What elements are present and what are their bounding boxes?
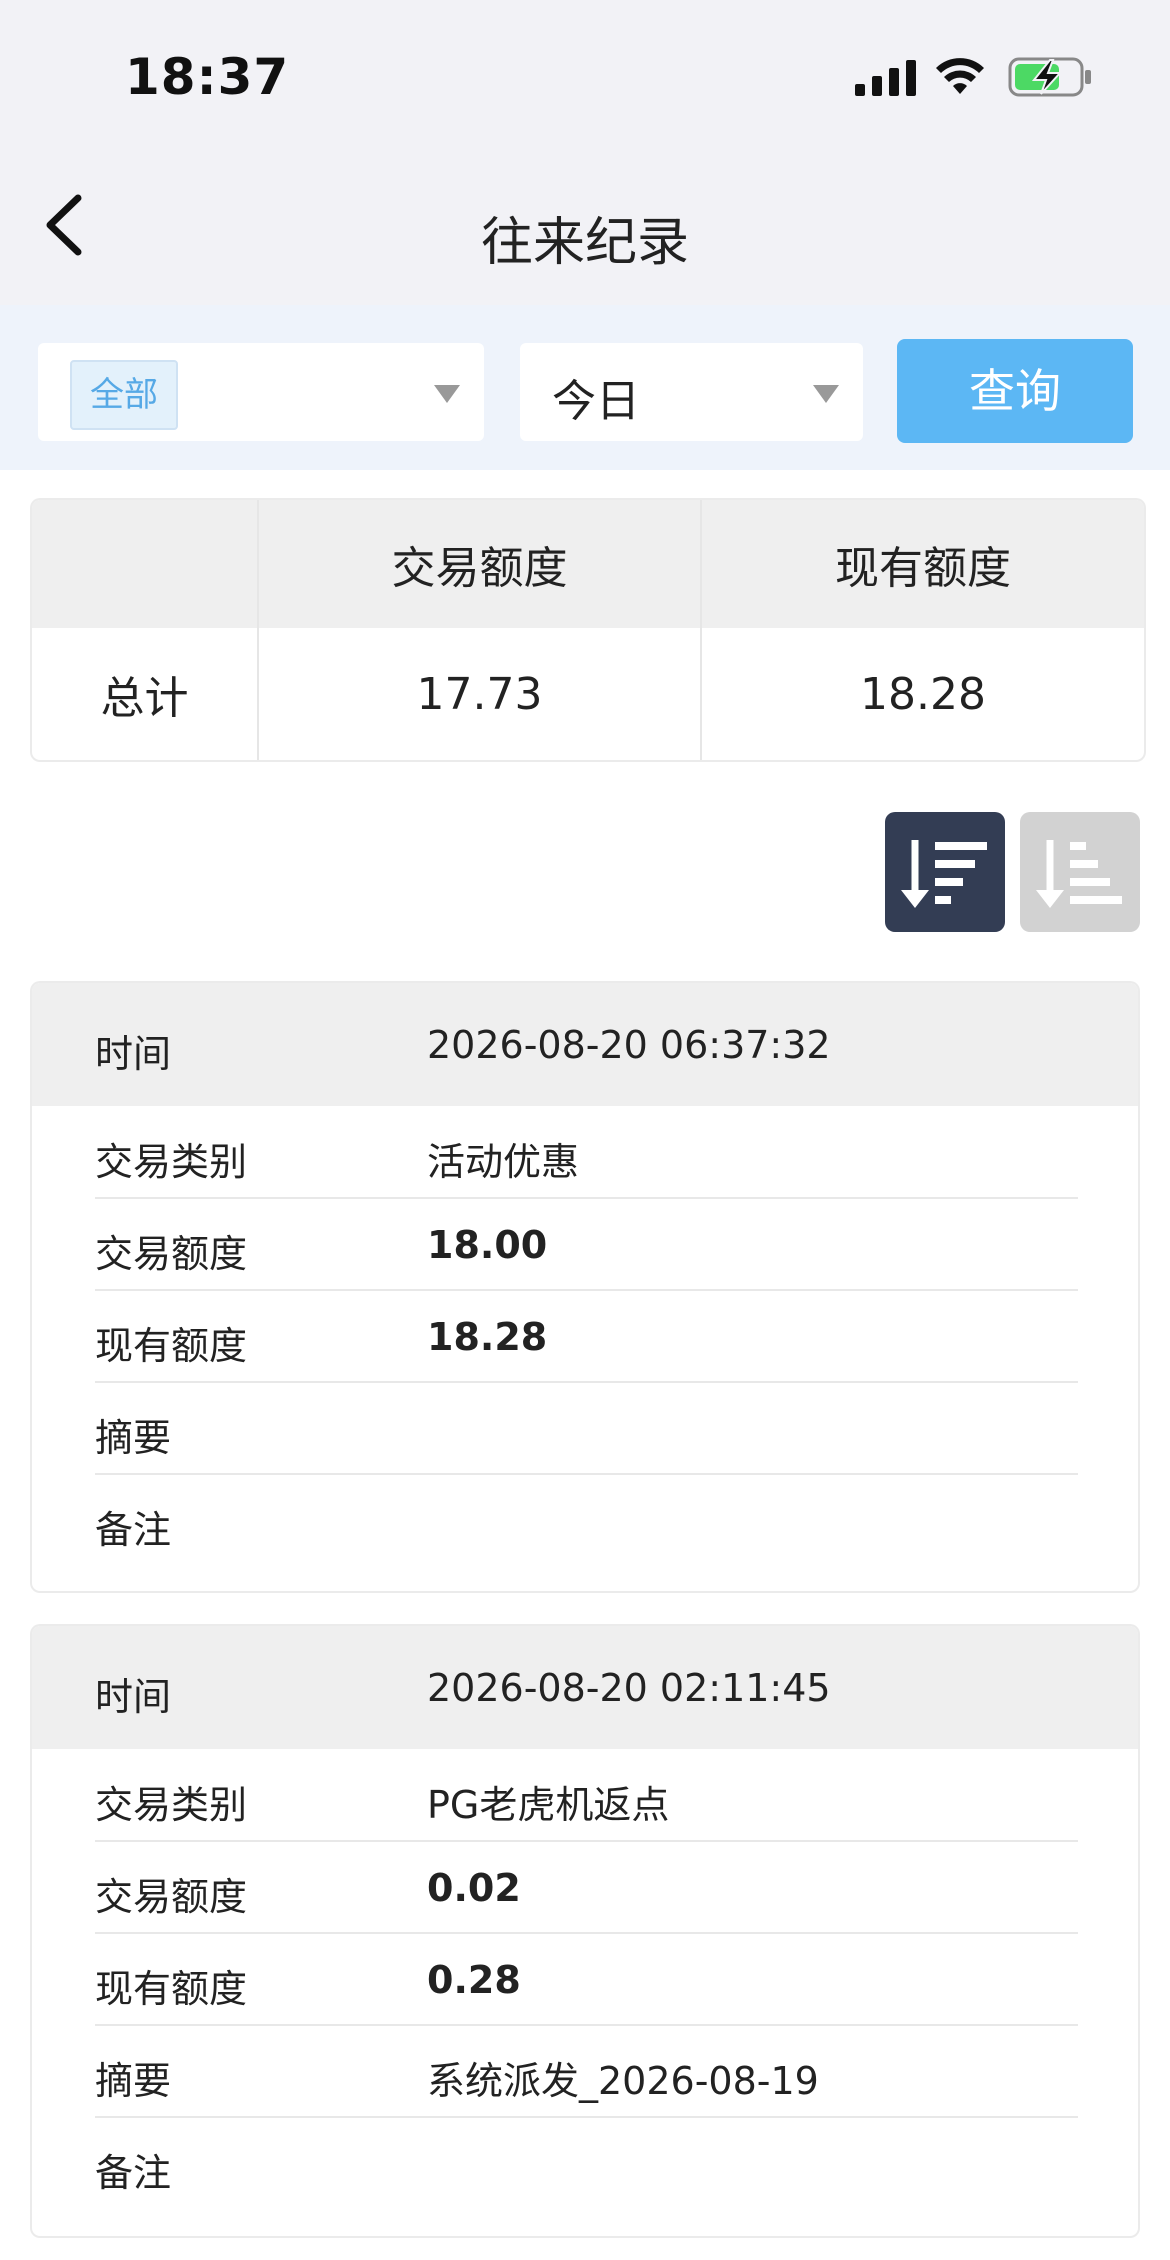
trade-label: 交易额度 (95, 1875, 248, 1919)
signal-icon (855, 60, 916, 96)
current-value: 18.28 (427, 1315, 548, 1359)
summary-header-trade: 交易额度 (258, 500, 702, 628)
record-row: 摘要 系统派发_2026-08-19 (32, 2026, 1138, 2118)
record-row: 交易类别 活动优惠 (32, 1107, 1138, 1199)
chevron-down-icon (813, 385, 839, 403)
record-row: 交易额度 18.00 (32, 1199, 1138, 1291)
sort-ascending-icon (1036, 840, 1122, 908)
summary-header-blank (32, 500, 259, 628)
current-label: 现有额度 (95, 1967, 248, 2011)
type-chip[interactable]: 全部 (70, 360, 178, 430)
record-row: 交易额度 0.02 (32, 1842, 1138, 1934)
record-row: 现有额度 0.28 (32, 1934, 1138, 2026)
status-time: 18:37 (125, 48, 290, 106)
record-card: 时间 2026-08-20 02:11:45 交易类别 PG老虎机返点 交易额度… (32, 1626, 1138, 2236)
note-label: 备注 (95, 2151, 172, 2195)
record-row: 备注 (32, 2118, 1138, 2210)
time-value: 2026-08-20 02:11:45 (427, 1666, 831, 1710)
wifi-icon (936, 58, 984, 94)
summary-row-label: 总计 (32, 628, 259, 760)
sort-descending-button[interactable] (885, 812, 1005, 932)
record-card-header: 时间 2026-08-20 06:37:32 (32, 983, 1138, 1106)
page-title: 往来纪录 (480, 213, 689, 273)
filter-bar: 全部 今日 查询 (0, 305, 1170, 470)
time-value: 2026-08-20 06:37:32 (427, 1023, 831, 1067)
record-row: 交易类别 PG老虎机返点 (32, 1750, 1138, 1842)
period-select[interactable]: 今日 (520, 343, 863, 441)
nav-bar: 往来纪录 (0, 150, 1170, 305)
summary-header-current: 现有额度 (835, 543, 1011, 594)
query-button[interactable]: 查询 (897, 339, 1133, 443)
sort-descending-icon (901, 840, 987, 908)
summary-trade-total: 17.73 (258, 628, 702, 760)
screen: 18:37 往来纪录 全部 今日 查询 交易额度 现有额度 总计 17.73 1… (0, 0, 1170, 2260)
type-label: 交易类别 (95, 1140, 248, 1184)
summary-label: 摘要 (95, 1416, 172, 1460)
summary-table: 交易额度 现有额度 总计 17.73 18.28 (32, 500, 1144, 760)
summary-label: 摘要 (95, 2059, 172, 2103)
summary-current-total: 18.28 (860, 668, 986, 720)
trade-label: 交易额度 (95, 1232, 248, 1276)
summary-value: 系统派发_2026-08-19 (427, 2059, 819, 2103)
time-label: 时间 (95, 1675, 172, 1719)
period-value: 今日 (552, 376, 640, 427)
battery-charging-icon (1008, 57, 1091, 97)
current-value: 0.28 (427, 1958, 521, 2002)
note-label: 备注 (95, 1508, 172, 1552)
current-label: 现有额度 (95, 1324, 248, 1368)
chevron-down-icon (434, 385, 460, 403)
record-row: 现有额度 18.28 (32, 1291, 1138, 1383)
type-label: 交易类别 (95, 1783, 248, 1827)
type-value: PG老虎机返点 (427, 1783, 670, 1827)
type-select[interactable]: 全部 (38, 343, 484, 441)
record-row: 摘要 (32, 1383, 1138, 1475)
time-label: 时间 (95, 1032, 172, 1076)
record-card-header: 时间 2026-08-20 02:11:45 (32, 1626, 1138, 1749)
type-value: 活动优惠 (427, 1140, 580, 1184)
trade-value: 0.02 (427, 1866, 521, 1910)
trade-value: 18.00 (427, 1223, 548, 1267)
record-row: 备注 (32, 1475, 1138, 1567)
sort-ascending-button[interactable] (1020, 812, 1140, 932)
record-card: 时间 2026-08-20 06:37:32 交易类别 活动优惠 交易额度 18… (32, 983, 1138, 1591)
status-bar: 18:37 (0, 0, 1170, 150)
